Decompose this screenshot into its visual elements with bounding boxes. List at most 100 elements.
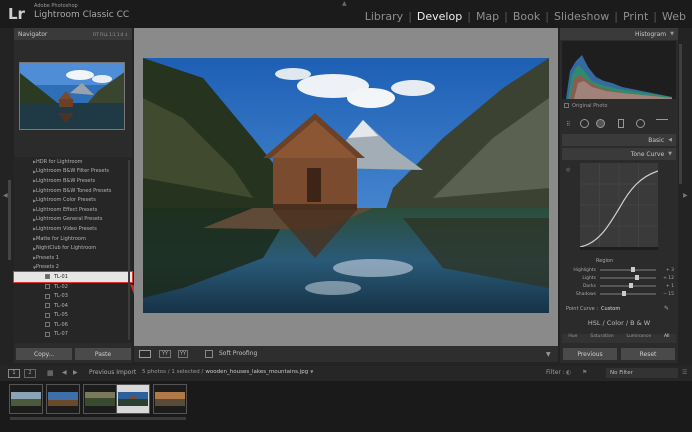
basic-header[interactable]: Basic ◀	[562, 134, 676, 146]
hsl-tab-saturation[interactable]: Saturation	[590, 334, 613, 343]
module-library[interactable]: Library	[365, 10, 403, 23]
back-arrow-icon[interactable]: ◀	[62, 369, 67, 376]
paste-button[interactable]: Paste	[75, 348, 131, 360]
previous-button[interactable]: Previous	[563, 348, 617, 360]
preset-folder[interactable]: ▶ Lightroom General Presets	[14, 215, 132, 225]
darks-slider[interactable]	[600, 283, 656, 288]
preset-folder[interactable]: ▶ Lightroom B&W Presets	[14, 176, 132, 186]
radial-filter-icon[interactable]	[636, 119, 645, 128]
grid-view-icon[interactable]: ▦	[47, 369, 54, 377]
forward-arrow-icon[interactable]: ▶	[73, 369, 78, 376]
graduated-filter-icon[interactable]	[618, 119, 624, 128]
preset-folder[interactable]: ▶ Lightroom B&W Filter Presets	[14, 167, 132, 177]
collapse-top-arrow-icon[interactable]: ▲	[342, 0, 347, 7]
module-separator: |	[653, 10, 658, 23]
filter-lock-icon[interactable]: ◐	[566, 369, 571, 376]
left-scrollbar[interactable]	[8, 180, 11, 260]
tone-curve-header[interactable]: Tone Curve ▼	[562, 148, 676, 160]
navigator-header[interactable]: Navigator FIT FILL 1:1 1:4 ↕	[14, 28, 132, 40]
filmstrip-scrollbar[interactable]	[10, 417, 186, 420]
right-scrollbar[interactable]	[679, 44, 682, 184]
preset-item-selected[interactable]: TL-01	[13, 271, 133, 283]
copy-button[interactable]: Copy...	[16, 348, 72, 360]
film-thumbnail[interactable]	[46, 384, 80, 414]
preset-folder[interactable]: ▶ Matte for Lightroom	[14, 234, 132, 244]
slider-value[interactable]: + 12	[660, 276, 674, 281]
navigator-preview[interactable]	[19, 62, 125, 130]
module-print[interactable]: Print	[623, 10, 648, 23]
source-label[interactable]: Previous Import	[89, 369, 136, 376]
preset-item[interactable]: TL-02	[14, 282, 132, 292]
preset-folder[interactable]: ▶ Presets 1	[14, 253, 132, 263]
module-develop[interactable]: Develop	[417, 10, 462, 23]
before-after-icon[interactable]: YY	[159, 350, 171, 358]
slider-value[interactable]: + 3	[660, 268, 674, 273]
before-after-split-icon[interactable]: YY	[178, 350, 188, 358]
secondary-window-button[interactable]: 2	[24, 369, 36, 378]
preset-folder[interactable]: ▶ Lightroom Color Presets	[14, 195, 132, 205]
filename-dropdown-icon[interactable]: ▼	[310, 369, 313, 375]
loupe-view-icon[interactable]	[139, 350, 151, 358]
preset-item-label: TL-03	[54, 293, 68, 300]
module-map[interactable]: Map	[476, 10, 499, 23]
filter-select[interactable]: No Filter	[606, 368, 678, 378]
filter-flag-icon[interactable]: ⚑	[582, 369, 587, 376]
main-photo[interactable]	[143, 58, 549, 313]
film-thumbnail-selected[interactable]	[116, 384, 150, 414]
film-thumbnail[interactable]	[9, 384, 43, 414]
spot-removal-icon[interactable]	[580, 119, 589, 128]
edit-point-curve-icon[interactable]: ✎	[664, 305, 669, 312]
preset-folder[interactable]: ▶ Lightroom Effect Presets	[14, 205, 132, 215]
tone-curve-graph[interactable]	[579, 163, 659, 248]
adjustment-brush-icon[interactable]	[656, 119, 668, 128]
module-slideshow[interactable]: Slideshow	[554, 10, 609, 23]
navigator-zoom-options[interactable]: FIT FILL 1:1 1:4 ↕	[93, 32, 128, 37]
preset-item[interactable]: TL-04	[14, 301, 132, 311]
filename[interactable]: wooden_houses_lakes_mountains.jpg	[205, 369, 308, 375]
preset-folder[interactable]: ▶ HDR for Lightroom	[14, 157, 132, 167]
collapse-left-arrow-icon[interactable]: ◀	[3, 192, 8, 199]
histogram-header[interactable]: Histogram ▼	[560, 28, 678, 40]
reset-button[interactable]: Reset	[621, 348, 675, 360]
lights-slider[interactable]	[600, 275, 656, 280]
preset-folder[interactable]: ▶ NightClub for Lightroom	[14, 243, 132, 253]
disclosure-triangle-icon: ▶	[33, 178, 37, 184]
basic-label: Basic	[648, 136, 665, 144]
preset-item[interactable]: TL-05	[14, 311, 132, 321]
navigator-label: Navigator	[18, 30, 48, 38]
slider-thumb[interactable]	[622, 291, 627, 296]
hsl-tab-luminance[interactable]: Luminance	[627, 334, 652, 343]
red-eye-icon[interactable]	[596, 119, 605, 128]
slider-thumb[interactable]	[630, 267, 635, 272]
point-curve-select[interactable]: Custom	[601, 306, 620, 312]
histogram[interactable]	[562, 41, 676, 99]
soft-proofing-checkbox[interactable]	[205, 350, 213, 358]
hsl-header[interactable]: HSL / Color / B & W	[562, 319, 676, 327]
preset-folder-open[interactable]: ▼ Presets 2	[14, 263, 132, 273]
film-thumbnail[interactable]	[83, 384, 117, 414]
crop-tool-icon[interactable]: ⠿	[566, 121, 570, 128]
film-thumbnail[interactable]	[153, 384, 187, 414]
preset-folder[interactable]: ▶ Lightroom Video Presets	[14, 224, 132, 234]
module-web[interactable]: Web	[662, 10, 686, 23]
shadows-slider[interactable]	[600, 291, 656, 296]
target-adjust-icon[interactable]: ◎	[566, 167, 570, 173]
highlights-slider[interactable]	[600, 267, 656, 272]
slider-thumb[interactable]	[634, 275, 639, 280]
slider-thumb[interactable]	[628, 283, 633, 288]
slider-value[interactable]: − 15	[660, 292, 674, 297]
preset-item[interactable]: TL-07	[14, 330, 132, 340]
hsl-tab-hue[interactable]: Hue	[568, 334, 577, 343]
slider-label: Lights	[582, 275, 596, 281]
slider-value[interactable]: + 1	[660, 284, 674, 289]
preset-folder[interactable]: ▶ Lightroom B&W Toned Presets	[14, 186, 132, 196]
preset-item[interactable]: TL-03	[14, 291, 132, 301]
preset-item[interactable]: TL-06	[14, 320, 132, 330]
toolbar-menu-icon[interactable]: ▼	[546, 351, 551, 358]
curve-split-bar[interactable]	[580, 247, 658, 250]
collapse-right-arrow-icon[interactable]: ▶	[683, 192, 688, 199]
module-book[interactable]: Book	[513, 10, 540, 23]
hsl-tab-all[interactable]: All	[664, 334, 670, 343]
filter-menu-icon[interactable]: ☰	[682, 369, 687, 376]
primary-window-button[interactable]: 1	[8, 369, 20, 378]
